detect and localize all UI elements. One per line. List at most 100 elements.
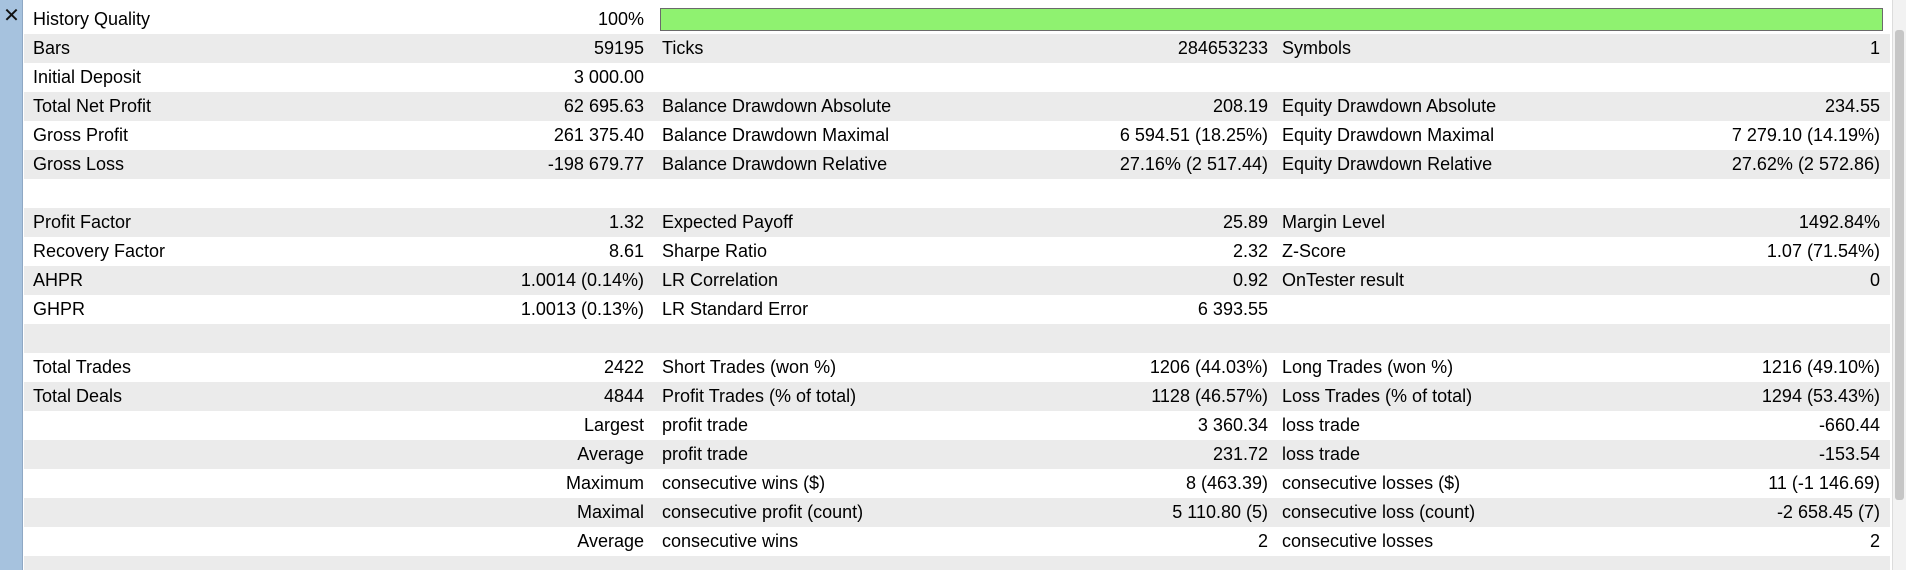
row-value-2: 231.72: [1212, 444, 1268, 464]
row-value-1: 1.0013 (0.13%): [520, 299, 644, 319]
stats-row: [24, 179, 1890, 208]
row-value-1: 3 000.00: [573, 67, 644, 87]
row-label-1: AHPR: [33, 270, 84, 290]
row-value-3: -153.54: [1818, 444, 1880, 464]
row-value-3: 7 279.10 (14.19%): [1731, 125, 1880, 145]
row-label-2: Balance Drawdown Absolute: [662, 96, 892, 116]
row-label-2: Balance Drawdown Maximal: [662, 125, 890, 145]
row-label-1: Total Net Profit: [33, 96, 152, 116]
row-value-2: 2: [1257, 531, 1268, 551]
row-value-1: Maximum: [565, 473, 644, 493]
row-label-2: Ticks: [662, 38, 704, 58]
row-value-3: 1.07 (71.54%): [1766, 241, 1880, 261]
row-label-3: Loss Trades (% of total): [1282, 386, 1473, 406]
row-value-3: 1294 (53.43%): [1761, 386, 1880, 406]
vertical-scrollbar[interactable]: [1892, 0, 1906, 570]
row-label-3: loss trade: [1282, 444, 1361, 464]
row-value-1: 2422: [603, 357, 644, 377]
row-value-2: 1128 (46.57%): [1151, 386, 1268, 406]
row-value-2: 25.89: [1222, 212, 1268, 232]
scrollbar-thumb[interactable]: [1895, 30, 1904, 500]
stats-row: Recovery Factor 8.61 Sharpe Ratio 2.32 Z-Sco…: [24, 237, 1890, 266]
row-label-2: consecutive wins ($): [662, 473, 826, 493]
row-value-2: [1004, 63, 1276, 92]
row-label-3: Equity Drawdown Maximal: [1282, 125, 1495, 145]
row-label-1: [24, 469, 264, 498]
history-quality-value: 100%: [597, 9, 644, 29]
stats-row: Total Deals 4844 Profit Trades (% of total…: [24, 382, 1890, 411]
history-quality-row: History Quality 100%: [24, 5, 1890, 34]
row-value-1: Average: [577, 531, 644, 551]
row-value-1: Maximal: [576, 502, 644, 522]
row-label-1: [24, 411, 264, 440]
row-label-2: Balance Drawdown Relative: [662, 154, 888, 174]
backtest-report: History Quality 100% Bars 59195 Ticks 28465…: [24, 5, 1890, 570]
row-value-2: 6 393.55: [1197, 299, 1268, 319]
row-value-2: 8 (463.39): [1185, 473, 1268, 493]
row-label-1: Total Trades: [33, 357, 132, 377]
quality-bar-fill: [661, 9, 1882, 30]
stats-row: [24, 556, 1890, 570]
stats-row: Average profit trade 231.72 loss trade -153.…: [24, 440, 1890, 469]
row-value-2: [1004, 179, 1276, 208]
row-value-1: [264, 179, 654, 208]
row-value-2: 208.19: [1212, 96, 1268, 116]
quality-bar-track: [660, 8, 1883, 31]
row-label-2: LR Standard Error: [662, 299, 809, 319]
row-label-2: profit trade: [662, 444, 749, 464]
row-label-3: Symbols: [1282, 38, 1352, 58]
row-label-3: consecutive losses: [1282, 531, 1434, 551]
row-label-1: Initial Deposit: [33, 67, 142, 87]
row-value-3: [1556, 324, 1890, 353]
row-label-3: consecutive losses ($): [1282, 473, 1461, 493]
stats-row: [24, 324, 1890, 353]
row-label-2: [654, 324, 1004, 353]
row-value-1: [264, 556, 654, 570]
stats-row: Average consecutive wins 2 consecutive loss…: [24, 527, 1890, 556]
row-value-2: 0.92: [1232, 270, 1268, 290]
row-value-1: 59195: [593, 38, 644, 58]
row-label-1: [24, 556, 264, 570]
row-label-3: [1276, 179, 1556, 208]
row-value-3: 2: [1869, 531, 1880, 551]
row-label-1: GHPR: [33, 299, 86, 319]
stats-row: Total Net Profit 62 695.63 Balance Drawdow…: [24, 92, 1890, 121]
row-label-2: Profit Trades (% of total): [662, 386, 857, 406]
stats-row: GHPR 1.0013 (0.13%) LR Standard Error 6 393…: [24, 295, 1890, 324]
row-label-2: LR Correlation: [662, 270, 779, 290]
row-label-3: Equity Drawdown Absolute: [1282, 96, 1497, 116]
row-label-2: consecutive profit (count): [662, 502, 864, 522]
row-label-1: Profit Factor: [33, 212, 132, 232]
row-label-3: [1276, 556, 1556, 570]
row-label-1: Recovery Factor: [33, 241, 166, 261]
row-label-3: loss trade: [1282, 415, 1361, 435]
row-value-3: 0: [1869, 270, 1880, 290]
row-value-3: 234.55: [1824, 96, 1880, 116]
row-value-1: 1.0014 (0.14%): [520, 270, 644, 290]
row-label-3: OnTester result: [1282, 270, 1405, 290]
row-value-3: 1492.84%: [1798, 212, 1880, 232]
row-value-3: 11 (-1 146.69): [1768, 473, 1880, 493]
row-value-3: 1216 (49.10%): [1761, 357, 1880, 377]
row-label-1: [24, 179, 264, 208]
row-label-3: consecutive loss (count): [1282, 502, 1476, 522]
row-value-3: [1556, 63, 1890, 92]
row-label-1: [24, 440, 264, 469]
row-label-1: [24, 324, 264, 353]
row-value-3: [1556, 295, 1890, 324]
row-label-1: Gross Profit: [33, 125, 129, 145]
row-value-2: 6 594.51 (18.25%): [1119, 125, 1268, 145]
row-value-1: 4844: [603, 386, 644, 406]
stats-row: AHPR 1.0014 (0.14%) LR Correlation 0.92 OnTe…: [24, 266, 1890, 295]
row-value-3: 27.62% (2 572.86): [1731, 154, 1880, 174]
close-icon[interactable]: ✕: [0, 4, 23, 26]
row-label-2: Expected Payoff: [662, 212, 793, 232]
row-value-1: 8.61: [608, 241, 644, 261]
row-value-1: -198 679.77: [547, 154, 644, 174]
row-label-3: Equity Drawdown Relative: [1282, 154, 1493, 174]
row-value-1: Average: [577, 444, 644, 464]
row-label-2: Short Trades (won %): [662, 357, 837, 377]
row-value-3: 1: [1869, 38, 1880, 58]
row-value-2: [1004, 556, 1276, 570]
row-label-2: profit trade: [662, 415, 749, 435]
